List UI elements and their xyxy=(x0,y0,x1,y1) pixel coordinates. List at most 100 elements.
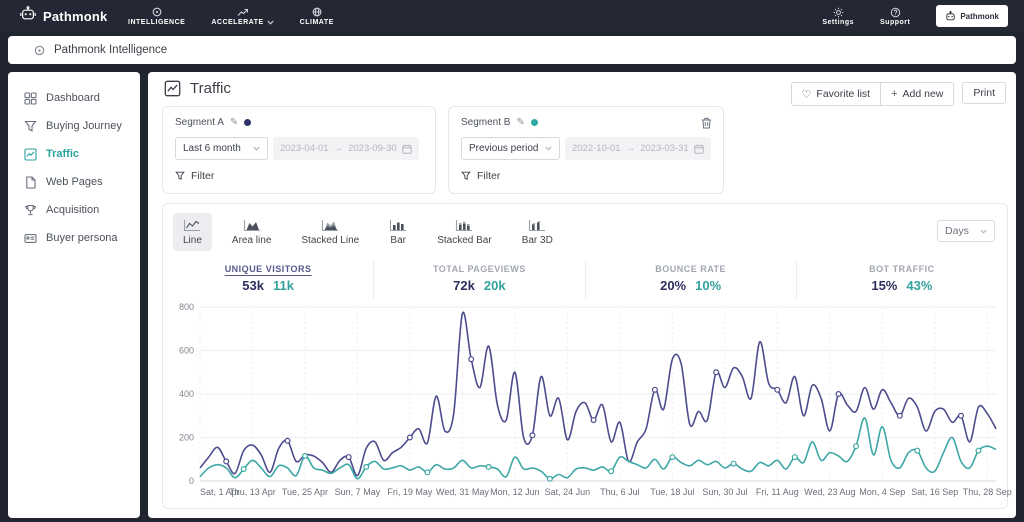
segment-b-date-to: 2023-03-31 xyxy=(640,143,689,154)
heart-icon: ♡ xyxy=(801,88,812,101)
svg-text:Tue, 25 Apr: Tue, 25 Apr xyxy=(282,487,328,497)
nav-climate[interactable]: CLIMATE xyxy=(300,7,334,26)
tab-bar[interactable]: Bar xyxy=(379,213,417,251)
segment-b-date-range[interactable]: 2022-10-01 → 2023-03-31 xyxy=(565,137,711,160)
calendar-icon xyxy=(402,144,412,154)
favorite-list-label: Favorite list xyxy=(816,88,871,100)
subheader-bar: Pathmonk Intelligence xyxy=(8,36,1016,64)
tab-area-line[interactable]: Area line xyxy=(222,213,281,251)
metric-bounce-rate[interactable]: BOUNCE RATE 20% 10% xyxy=(584,260,796,299)
main-panel: Traffic ♡ Favorite list + Add new Print … xyxy=(148,72,1016,518)
svg-text:Fri, 19 May: Fri, 19 May xyxy=(387,487,433,497)
svg-text:Sat, 16 Sep: Sat, 16 Sep xyxy=(911,487,958,497)
app-screen: Pathmonk INTELLIGENCE ACCELERATE CLIMATE… xyxy=(0,0,1024,522)
support-button[interactable]: Support xyxy=(880,7,910,26)
edit-pencil-icon[interactable]: ✎ xyxy=(230,117,238,128)
metric-value-segment-a: 53k xyxy=(242,278,264,293)
sidebar-item-label: Web Pages xyxy=(46,176,103,188)
metric-value-segment-a: 72k xyxy=(453,278,475,293)
subheader-title: Pathmonk Intelligence xyxy=(54,44,168,56)
edit-pencil-icon[interactable]: ✎ xyxy=(516,117,524,128)
topbar-right: Settings Support Pathmonk xyxy=(822,5,1024,27)
print-button[interactable]: Print xyxy=(962,82,1006,104)
segment-a-period-value: Last 6 month xyxy=(183,143,241,154)
metric-label: BOUNCE RATE xyxy=(655,264,727,274)
sidebar-item-buying-journey[interactable]: Buying Journey xyxy=(8,112,140,140)
sidebar-item-label: Acquisition xyxy=(46,204,100,216)
brand[interactable]: Pathmonk xyxy=(0,5,120,27)
granularity-select[interactable]: Days xyxy=(937,220,995,242)
sidebar-item-traffic[interactable]: Traffic xyxy=(8,140,140,168)
tab-bar-3d[interactable]: Bar 3D xyxy=(512,213,563,251)
pathmonk-account-button[interactable]: Pathmonk xyxy=(936,5,1008,27)
delete-segment-icon[interactable] xyxy=(701,116,712,134)
segment-b-filter-button[interactable]: Filter xyxy=(461,170,711,182)
tab-stacked-bar[interactable]: Stacked Bar xyxy=(427,213,501,251)
favorite-list-button[interactable]: ♡ Favorite list xyxy=(791,83,881,105)
sidebar-item-buyer-persona[interactable]: Buyer persona xyxy=(8,224,140,252)
segment-a-name: Segment A xyxy=(175,117,224,128)
support-label: Support xyxy=(880,18,911,26)
segment-a-filter-label: Filter xyxy=(191,170,215,182)
svg-text:Mon, 12 Jun: Mon, 12 Jun xyxy=(490,487,540,497)
sidebar-item-web-pages[interactable]: Web Pages xyxy=(8,168,140,196)
svg-text:Thu, 28 Sep: Thu, 28 Sep xyxy=(963,487,1012,497)
svg-text:600: 600 xyxy=(179,346,194,356)
intelligence-icon xyxy=(152,7,162,18)
segment-b-card: Segment B ✎ Previous period 2022-10-01 →… xyxy=(448,106,724,194)
topbar: Pathmonk INTELLIGENCE ACCELERATE CLIMATE… xyxy=(0,0,1024,32)
svg-text:Wed, 31 May: Wed, 31 May xyxy=(436,487,489,497)
dashboard-icon xyxy=(24,91,37,105)
svg-text:Mon, 4 Sep: Mon, 4 Sep xyxy=(859,487,905,497)
segment-b-period-value: Previous period xyxy=(469,143,539,154)
svg-text:Tue, 18 Jul: Tue, 18 Jul xyxy=(650,487,694,497)
tab-label: Stacked Line xyxy=(301,235,360,246)
nav-intelligence-label: INTELLIGENCE xyxy=(128,18,186,26)
segment-b-period-select[interactable]: Previous period xyxy=(461,137,560,160)
segment-a-filter-button[interactable]: Filter xyxy=(175,170,423,182)
metric-label: UNIQUE VISITORS xyxy=(224,264,312,274)
metric-total-pageviews[interactable]: TOTAL PAGEVIEWS 72k 20k xyxy=(373,260,584,299)
nav-accelerate[interactable]: ACCELERATE xyxy=(211,7,274,26)
chart-card: Line Area line Stacked Line Bar Stacked … xyxy=(162,203,1012,509)
metrics-row: UNIQUE VISITORS 53k 11k TOTAL PAGEVIEWS … xyxy=(163,260,1007,299)
svg-text:Sun, 30 Jul: Sun, 30 Jul xyxy=(702,487,747,497)
segment-a-period-select[interactable]: Last 6 month xyxy=(175,137,268,160)
metric-label: BOT TRAFFIC xyxy=(869,264,935,274)
brand-label: Pathmonk xyxy=(43,8,108,24)
sidebar-item-dashboard[interactable]: Dashboard xyxy=(8,84,140,112)
segment-b-filter-label: Filter xyxy=(477,170,501,182)
metric-bot-traffic[interactable]: BOT TRAFFIC 15% 43% xyxy=(795,260,1007,299)
metric-unique-visitors[interactable]: UNIQUE VISITORS 53k 11k xyxy=(163,260,373,299)
sidebar-item-label: Buyer persona xyxy=(46,232,118,244)
sidebar-item-acquisition[interactable]: Acquisition xyxy=(8,196,140,224)
settings-button[interactable]: Settings xyxy=(822,7,854,26)
tab-label: Bar xyxy=(390,235,406,246)
add-new-button[interactable]: + Add new xyxy=(880,83,954,105)
date-arrow: → xyxy=(625,143,636,154)
filter-funnel-icon xyxy=(461,171,471,181)
tab-label: Bar 3D xyxy=(521,235,553,246)
climate-icon xyxy=(312,7,322,18)
segment-a-card: Segment A ✎ Last 6 month 2023-04-01 → 20… xyxy=(162,106,436,194)
header-actions: ♡ Favorite list + Add new Print xyxy=(790,82,1006,106)
metric-value-segment-a: 20% xyxy=(660,278,687,293)
gear-icon xyxy=(833,7,844,18)
nav-intelligence[interactable]: INTELLIGENCE xyxy=(128,7,185,26)
svg-text:Sat, 24 Jun: Sat, 24 Jun xyxy=(545,487,591,497)
tab-label: Area line xyxy=(231,235,272,246)
traffic-chart-icon xyxy=(24,147,37,161)
granularity-value: Days xyxy=(945,225,969,237)
help-icon xyxy=(890,7,901,18)
tab-stacked-line[interactable]: Stacked Line xyxy=(291,213,369,251)
metric-value-segment-b: 43% xyxy=(906,278,933,293)
metric-value-segment-b: 10% xyxy=(695,278,722,293)
tab-line[interactable]: Line xyxy=(173,213,212,251)
svg-text:800: 800 xyxy=(179,302,194,312)
bar-chart-icon xyxy=(389,219,407,232)
plus-icon: + xyxy=(891,88,898,100)
segment-a-date-range[interactable]: 2023-04-01 → 2023-09-30 xyxy=(273,137,419,160)
sidebar: Dashboard Buying Journey Traffic Web Pag… xyxy=(8,72,140,518)
svg-text:200: 200 xyxy=(179,433,194,443)
sidebar-item-label: Traffic xyxy=(46,148,80,160)
